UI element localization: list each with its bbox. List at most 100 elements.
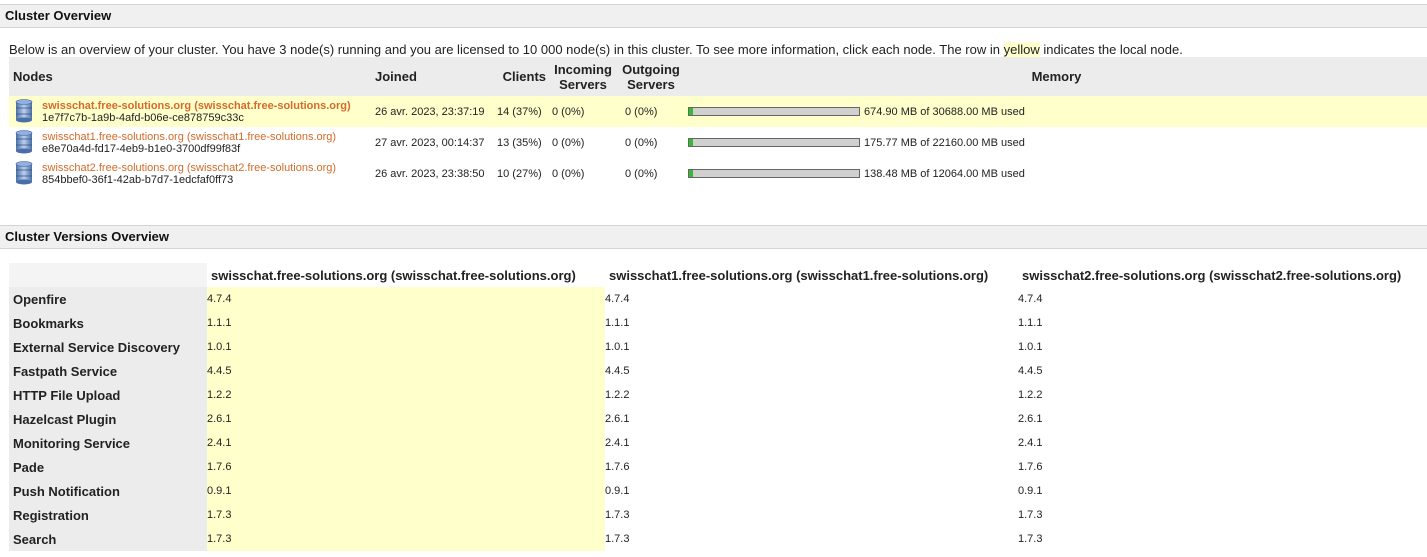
node-incoming: 0 (0%) — [550, 96, 616, 127]
memory-text: 674.90 MB of 30688.00 MB used — [864, 105, 1025, 118]
node-cell: swisschat1.free-solutions.org (swisschat… — [9, 127, 371, 158]
col-incoming-l2: Servers — [559, 76, 607, 92]
plugin-version: 4.7.4 — [207, 287, 605, 311]
plugin-version: 1.7.3 — [207, 503, 605, 527]
plugin-version: 1.7.6 — [1018, 461, 1043, 473]
intro-post: indicates the local node. — [1039, 42, 1183, 57]
node-host-link[interactable]: swisschat.free-solutions.org (swisschat.… — [42, 100, 351, 112]
plugin-name: HTTP File Upload — [9, 383, 207, 407]
plugin-version: 0.9.1 — [1018, 485, 1043, 497]
versions-table: swisschat.free-solutions.org (swisschat.… — [9, 263, 1427, 551]
node-host-link[interactable]: swisschat1.free-solutions.org (swisschat… — [42, 131, 336, 143]
col-memory: Memory — [686, 57, 1427, 96]
plugin-version: 4.4.5 — [1018, 365, 1043, 377]
node-id: 854bbef0-36f1-42ab-b7d7-1edcfaf0ff73 — [42, 173, 234, 186]
node-clients: 10 (27%) — [497, 167, 542, 180]
version-row: External Service Discovery 1.0.1 1.0.1 1.0.… — [9, 335, 1427, 359]
intro-highlight: yellow — [1003, 42, 1040, 57]
plugin-version: 4.7.4 — [605, 293, 630, 305]
node-id: e8e70a4d-fd17-4eb9-b1e0-3700df99f83f — [42, 142, 241, 155]
version-row: Bookmarks 1.1.1 1.1.1 1.1.1 — [9, 311, 1427, 335]
plugin-version: 1.7.6 — [605, 461, 630, 473]
version-row: Openfire 4.7.4 4.7.4 4.7.4 — [9, 287, 1427, 311]
memory-text: 138.48 MB of 12064.00 MB used — [864, 167, 1025, 180]
memory-bar-fill — [689, 170, 693, 178]
node-joined: 26 avr. 2023, 23:38:50 — [375, 167, 485, 180]
node-outgoing: 0 (0%) — [616, 96, 686, 127]
node-clients: 14 (37%) — [494, 96, 550, 127]
plugin-name: Openfire — [9, 287, 207, 311]
node-incoming: 0 (0%) — [552, 167, 585, 180]
versions-corner — [9, 263, 207, 287]
node-row[interactable]: swisschat.free-solutions.org (swisschat.… — [9, 96, 1427, 127]
node-row[interactable]: swisschat1.free-solutions.org (swisschat… — [9, 127, 1427, 158]
plugin-version: 2.4.1 — [207, 431, 605, 455]
version-row: Registration 1.7.3 1.7.3 1.7.3 — [9, 503, 1427, 527]
database-server-icon — [15, 130, 33, 154]
plugin-name: Hazelcast Plugin — [9, 407, 207, 431]
memory-bar — [688, 138, 860, 148]
node-clients: 13 (35%) — [497, 136, 542, 149]
plugin-version: 2.6.1 — [605, 413, 630, 425]
cluster-overview-title: Cluster Overview — [0, 4, 1427, 28]
plugin-version: 2.6.1 — [207, 407, 605, 431]
plugin-version: 1.0.1 — [207, 335, 605, 359]
node-memory: 175.77 MB of 22160.00 MB used — [686, 127, 1427, 158]
plugin-version: 1.7.3 — [207, 527, 605, 551]
versions-col-header: swisschat.free-solutions.org (swisschat.… — [207, 263, 605, 287]
plugin-version: 1.7.3 — [1018, 533, 1043, 545]
version-row: Monitoring Service 2.4.1 2.4.1 2.4.1 — [9, 431, 1427, 455]
plugin-name: Pade — [9, 455, 207, 479]
plugin-version: 1.1.1 — [605, 317, 630, 329]
node-host-link[interactable]: swisschat2.free-solutions.org (swisschat… — [42, 162, 336, 174]
plugin-version: 1.2.2 — [605, 389, 630, 401]
node-id: 1e7f7c7b-1a9b-4afd-b06e-ce878759c33c — [42, 111, 244, 124]
memory-bar-fill — [689, 139, 693, 147]
intro-pre: Below is an overview of your cluster. Yo… — [9, 42, 1004, 57]
plugin-version: 4.4.5 — [207, 359, 605, 383]
col-outgoing-l1: Outgoing — [622, 61, 680, 77]
plugin-version: 0.9.1 — [605, 485, 630, 497]
version-row: Pade 1.7.6 1.7.6 1.7.6 — [9, 455, 1427, 479]
plugin-version: 1.1.1 — [1018, 317, 1043, 329]
plugin-name: Registration — [9, 503, 207, 527]
plugin-version: 2.4.1 — [605, 437, 630, 449]
version-row: Search 1.7.3 1.7.3 1.7.3 — [9, 527, 1427, 551]
plugin-version: 1.0.1 — [1018, 341, 1043, 353]
plugin-version: 1.1.1 — [207, 311, 605, 335]
versions-col-header: swisschat1.free-solutions.org (swisschat… — [605, 263, 1018, 287]
plugin-version: 1.2.2 — [1018, 389, 1043, 401]
nodes-table: Nodes Joined Clients Incoming Servers Out… — [9, 57, 1427, 189]
cluster-intro-text: Below is an overview of your cluster. Yo… — [9, 42, 1183, 57]
memory-bar-fill — [689, 108, 693, 116]
plugin-name: Bookmarks — [9, 311, 207, 335]
plugin-version: 1.0.1 — [605, 341, 630, 353]
col-joined: Joined — [371, 57, 494, 96]
plugin-version: 1.7.3 — [605, 509, 630, 521]
version-row: Fastpath Service 4.4.5 4.4.5 4.4.5 — [9, 359, 1427, 383]
col-incoming-l1: Incoming — [554, 61, 612, 77]
plugin-name: Search — [9, 527, 207, 551]
memory-text: 175.77 MB of 22160.00 MB used — [864, 136, 1025, 149]
plugin-version: 1.2.2 — [207, 383, 605, 407]
plugin-version: 1.7.3 — [605, 533, 630, 545]
node-memory: 674.90 MB of 30688.00 MB used — [686, 96, 1427, 127]
plugin-name: External Service Discovery — [9, 335, 207, 359]
versions-col-header: swisschat2.free-solutions.org (swisschat… — [1018, 263, 1427, 287]
plugin-name: Monitoring Service — [9, 431, 207, 455]
version-row: Push Notification 0.9.1 0.9.1 0.9.1 — [9, 479, 1427, 503]
memory-bar — [688, 107, 860, 117]
node-memory: 138.48 MB of 12064.00 MB used — [686, 158, 1427, 189]
plugin-version: 4.4.5 — [605, 365, 630, 377]
version-row: HTTP File Upload 1.2.2 1.2.2 1.2.2 — [9, 383, 1427, 407]
col-clients: Clients — [494, 57, 550, 96]
plugin-name: Fastpath Service — [9, 359, 207, 383]
nodes-header-row: Nodes Joined Clients Incoming Servers Out… — [9, 57, 1427, 96]
node-row[interactable]: swisschat2.free-solutions.org (swisschat… — [9, 158, 1427, 189]
node-outgoing: 0 (0%) — [625, 167, 658, 180]
col-nodes: Nodes — [9, 57, 371, 96]
plugin-version: 2.6.1 — [1018, 413, 1043, 425]
plugin-name: Push Notification — [9, 479, 207, 503]
plugin-version: 0.9.1 — [207, 479, 605, 503]
version-row: Hazelcast Plugin 2.6.1 2.6.1 2.6.1 — [9, 407, 1427, 431]
